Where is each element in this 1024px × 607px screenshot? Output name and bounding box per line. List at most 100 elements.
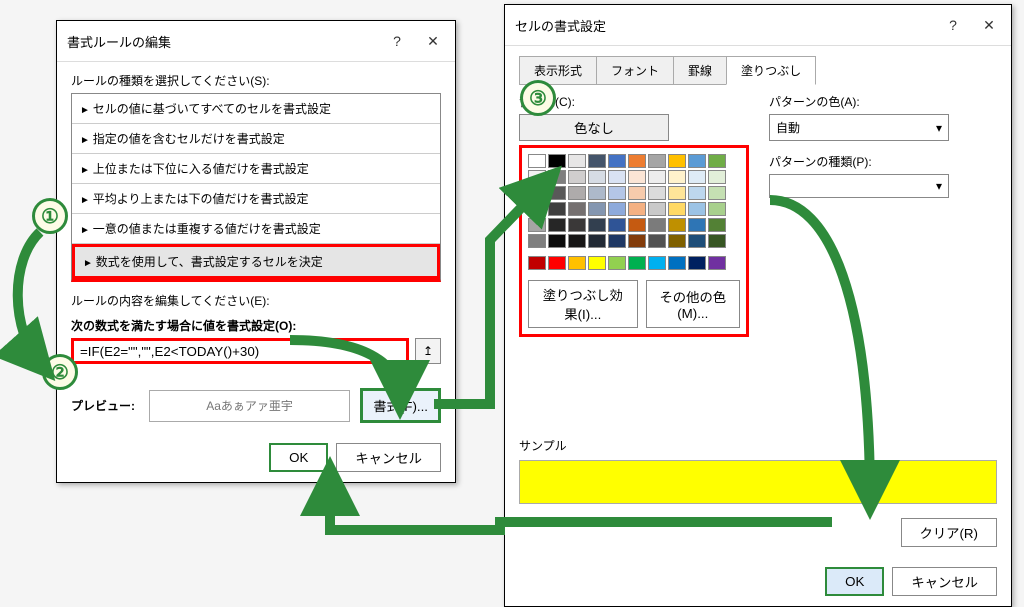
color-swatch[interactable] <box>548 186 566 200</box>
color-swatch[interactable] <box>528 154 546 168</box>
color-swatch[interactable] <box>708 170 726 184</box>
color-swatch[interactable] <box>708 218 726 232</box>
color-swatch[interactable] <box>568 202 586 216</box>
ok-button[interactable]: OK <box>825 567 884 596</box>
color-swatch[interactable] <box>648 202 666 216</box>
color-swatch[interactable] <box>608 170 626 184</box>
color-swatch[interactable] <box>628 256 646 270</box>
color-swatch[interactable] <box>628 202 646 216</box>
clear-button[interactable]: クリア(R) <box>901 518 998 547</box>
formula-input[interactable] <box>71 338 409 364</box>
rule-type-item-selected[interactable]: 数式を使用して、書式設定するセルを決定 <box>72 244 440 279</box>
no-color-button[interactable]: 色なし <box>519 114 669 141</box>
color-swatch[interactable] <box>588 234 606 248</box>
range-picker-icon[interactable]: ↥ <box>415 338 441 364</box>
color-swatch[interactable] <box>668 256 686 270</box>
color-swatch[interactable] <box>648 154 666 168</box>
pattern-color-combo[interactable]: 自動 ▾ <box>769 114 949 141</box>
color-swatch[interactable] <box>648 186 666 200</box>
formula-label: 次の数式を満たす場合に値を書式設定(O): <box>71 317 441 334</box>
color-swatch[interactable] <box>688 218 706 232</box>
tab-border[interactable]: 罫線 <box>673 56 727 85</box>
color-swatch[interactable] <box>628 186 646 200</box>
color-swatch[interactable] <box>668 154 686 168</box>
color-swatch[interactable] <box>588 154 606 168</box>
color-swatch[interactable] <box>528 202 546 216</box>
color-swatch[interactable] <box>628 218 646 232</box>
color-swatch[interactable] <box>708 186 726 200</box>
color-swatch[interactable] <box>628 154 646 168</box>
color-swatch[interactable] <box>588 170 606 184</box>
color-swatch[interactable] <box>708 234 726 248</box>
color-swatch[interactable] <box>568 170 586 184</box>
color-swatch[interactable] <box>568 256 586 270</box>
help-button[interactable]: ? <box>379 29 415 53</box>
color-swatch[interactable] <box>688 234 706 248</box>
color-swatch[interactable] <box>668 218 686 232</box>
color-swatch[interactable] <box>708 202 726 216</box>
rule-type-item[interactable]: 平均より上または下の値だけを書式設定 <box>72 184 440 214</box>
color-swatch[interactable] <box>708 256 726 270</box>
sample-section: サンプル <box>519 437 997 504</box>
fill-effects-button[interactable]: 塗りつぶし効果(I)... <box>528 280 638 328</box>
color-swatch[interactable] <box>548 170 566 184</box>
color-swatch[interactable] <box>648 218 666 232</box>
rule-type-item[interactable]: 一意の値または重複する値だけを書式設定 <box>72 214 440 244</box>
color-swatch[interactable] <box>588 256 606 270</box>
color-swatch[interactable] <box>648 234 666 248</box>
color-swatch[interactable] <box>608 218 626 232</box>
color-swatch[interactable] <box>528 256 546 270</box>
color-swatch[interactable] <box>608 186 626 200</box>
color-swatch[interactable] <box>588 202 606 216</box>
cancel-button[interactable]: キャンセル <box>892 567 997 596</box>
color-swatch[interactable] <box>628 234 646 248</box>
color-swatch[interactable] <box>608 202 626 216</box>
color-swatch[interactable] <box>688 256 706 270</box>
rule-type-item[interactable]: セルの値に基づいてすべてのセルを書式設定 <box>72 94 440 124</box>
pattern-color-label: パターンの色(A): <box>769 93 997 110</box>
cancel-button[interactable]: キャンセル <box>336 443 441 472</box>
close-icon[interactable]: ✕ <box>971 13 1007 37</box>
tab-font[interactable]: フォント <box>596 56 674 85</box>
color-swatch[interactable] <box>648 170 666 184</box>
color-swatch[interactable] <box>528 170 546 184</box>
format-button[interactable]: 書式(F)... <box>360 388 441 423</box>
color-swatch[interactable] <box>648 256 666 270</box>
color-swatch[interactable] <box>668 202 686 216</box>
color-swatch[interactable] <box>528 186 546 200</box>
color-swatch[interactable] <box>688 170 706 184</box>
color-swatch[interactable] <box>668 234 686 248</box>
color-swatch[interactable] <box>568 218 586 232</box>
color-swatch[interactable] <box>568 234 586 248</box>
more-colors-button[interactable]: その他の色(M)... <box>646 280 740 328</box>
color-swatch[interactable] <box>708 154 726 168</box>
color-swatch[interactable] <box>528 234 546 248</box>
color-swatch[interactable] <box>568 154 586 168</box>
help-button[interactable]: ? <box>935 13 971 37</box>
color-swatch[interactable] <box>588 186 606 200</box>
tab-fill[interactable]: 塗りつぶし <box>726 56 816 85</box>
color-swatch[interactable] <box>548 234 566 248</box>
color-swatch[interactable] <box>588 218 606 232</box>
color-swatch[interactable] <box>548 154 566 168</box>
rule-type-item[interactable]: 上位または下位に入る値だけを書式設定 <box>72 154 440 184</box>
color-swatch[interactable] <box>548 202 566 216</box>
ok-button[interactable]: OK <box>269 443 328 472</box>
color-swatch[interactable] <box>608 154 626 168</box>
color-swatch[interactable] <box>688 154 706 168</box>
color-swatch[interactable] <box>568 186 586 200</box>
color-swatch[interactable] <box>668 170 686 184</box>
color-swatch[interactable] <box>688 202 706 216</box>
pattern-type-combo[interactable]: ▾ <box>769 174 949 198</box>
color-swatch[interactable] <box>548 256 566 270</box>
color-swatch[interactable] <box>628 170 646 184</box>
close-icon[interactable]: ✕ <box>415 29 451 53</box>
color-swatch[interactable] <box>668 186 686 200</box>
color-swatch[interactable] <box>608 256 626 270</box>
format-cells-body: 表示形式 フォント 罫線 塗りつぶし 背景色(C): 色なし 塗りつぶし効果(I… <box>505 46 1011 557</box>
rule-type-item[interactable]: 指定の値を含むセルだけを書式設定 <box>72 124 440 154</box>
color-swatch[interactable] <box>528 218 546 232</box>
color-swatch[interactable] <box>688 186 706 200</box>
color-swatch[interactable] <box>608 234 626 248</box>
color-swatch[interactable] <box>548 218 566 232</box>
